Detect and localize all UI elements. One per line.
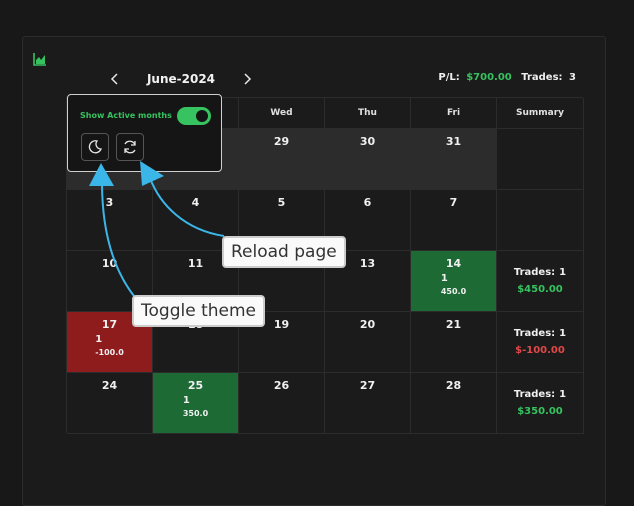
day-trade-info: 1 450.0 [441,273,466,296]
pl-value: $700.00 [466,72,512,83]
day-pnl: -100.0 [95,348,124,357]
day-cell[interactable]: 25 1 350.0 [153,373,239,434]
day-number: 26 [273,379,290,392]
month-title: June-2024 [146,72,216,86]
day-cell[interactable]: 24 [67,373,153,434]
day-trade-count: 1 [95,334,103,345]
day-cell[interactable]: 28 [411,373,497,434]
day-number: 31 [445,135,462,148]
day-cell[interactable]: 30 [325,129,411,190]
toggle-theme-callout: Toggle theme [132,295,265,327]
day-cell[interactable]: 27 [325,373,411,434]
day-number: 19 [273,318,290,331]
week-summary-trades: Trades: 1 [514,389,566,400]
weekday-header: Thu [325,98,411,129]
week-summary-pnl: $450.00 [517,284,563,295]
day-number: 4 [191,196,200,209]
day-number: 3 [105,196,114,209]
day-cell[interactable]: 21 [411,312,497,373]
trades-label: Trades: [521,72,563,83]
week-summary-pnl: $350.00 [517,406,563,417]
day-number: 17 [101,318,118,331]
week-summary: Trades: 1 $-100.00 [497,312,584,373]
week-summary [497,129,584,190]
day-number: 14 [445,257,462,270]
next-month-button[interactable] [238,70,256,88]
day-pnl: 350.0 [182,409,209,418]
week-summary-pnl: $-100.00 [515,345,565,356]
week-summary-trades: Trades: 1 [514,328,566,339]
show-active-months-toggle[interactable] [177,107,211,125]
day-cell[interactable]: 7 [411,190,497,251]
day-trade-count: 1 [440,273,448,284]
weekday-header: Fri [411,98,497,129]
day-number: 11 [187,257,204,270]
day-cell[interactable]: 31 [411,129,497,190]
day-number: 13 [359,257,376,270]
moon-icon [88,140,102,154]
week-summary-trades-count: 1 [559,267,567,278]
prev-month-button[interactable] [106,70,124,88]
chevron-left-icon [110,73,118,85]
day-pnl: 450.0 [440,287,467,296]
chart-logo-icon [33,51,47,66]
day-number: 30 [359,135,376,148]
day-number: 24 [101,379,118,392]
week-summary-trades-label: Trades: [513,328,556,339]
pl-label: P/L: [438,72,460,83]
day-cell[interactable]: 14 1 450.0 [411,251,497,312]
day-trade-count: 1 [182,395,190,406]
day-number: 27 [359,379,376,392]
show-active-months-label: Show Active months [80,111,172,120]
week-summary-trades-count: 1 [559,389,567,400]
week-summary [497,190,584,251]
toggle-knob [196,110,208,122]
day-number: 6 [363,196,372,209]
week-summary: Trades: 1 $350.00 [497,373,584,434]
day-number: 28 [445,379,462,392]
day-trade-info: 1 350.0 [183,395,208,418]
weekday-header: Summary [497,98,584,129]
week-summary-trades-count: 1 [559,328,567,339]
day-number: 25 [187,379,204,392]
day-number: 20 [359,318,376,331]
day-cell[interactable]: 26 [239,373,325,434]
settings-popover: Show Active months [67,94,222,172]
week-summary-trades-label: Trades: [513,267,556,278]
day-cell[interactable]: 29 [239,129,325,190]
chevron-right-icon [244,73,252,85]
day-number: 10 [101,257,118,270]
refresh-icon [124,140,136,154]
week-summary-trades: Trades: 1 [514,267,566,278]
day-number: 21 [445,318,462,331]
reload-page-callout: Reload page [222,236,346,268]
weekday-header: Wed [239,98,325,129]
day-number: 5 [277,196,286,209]
week-summary: Trades: 1 $450.00 [497,251,584,312]
trades-value: 3 [569,72,576,83]
day-cell[interactable]: 20 [325,312,411,373]
reload-page-button[interactable] [116,133,144,161]
day-cell[interactable]: 3 [67,190,153,251]
day-trade-info: 1 -100.0 [95,334,124,357]
day-number: 7 [449,196,458,209]
month-stats: P/L: $700.00 Trades: 3 [438,72,576,83]
day-number: 29 [273,135,290,148]
toggle-theme-button[interactable] [81,133,109,161]
week-summary-trades-label: Trades: [513,389,556,400]
